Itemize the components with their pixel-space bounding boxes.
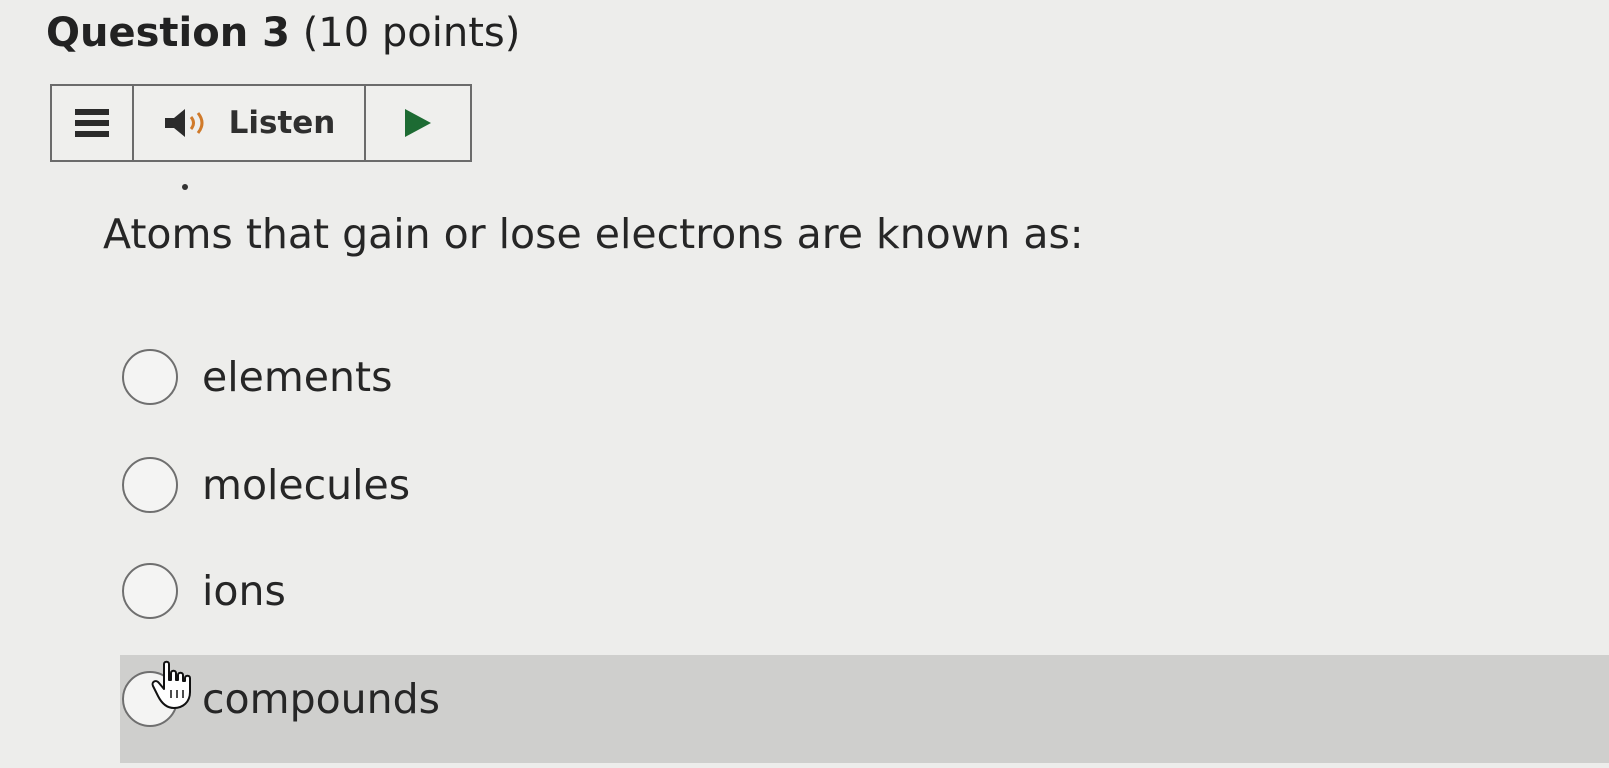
choice-ions[interactable]: ions [122, 552, 286, 630]
answer-choices: elements molecules ions compounds [0, 0, 1609, 768]
choice-label: ions [202, 567, 286, 615]
hand-cursor-icon [151, 660, 191, 709]
choice-molecules[interactable]: molecules [122, 446, 410, 524]
radio-molecules[interactable] [122, 457, 178, 513]
radio-elements[interactable] [122, 349, 178, 405]
choice-elements[interactable]: elements [122, 338, 392, 416]
radio-ions[interactable] [122, 563, 178, 619]
choice-label: molecules [202, 461, 411, 509]
choice-label: elements [202, 353, 393, 401]
choice-label: compounds [202, 675, 441, 723]
